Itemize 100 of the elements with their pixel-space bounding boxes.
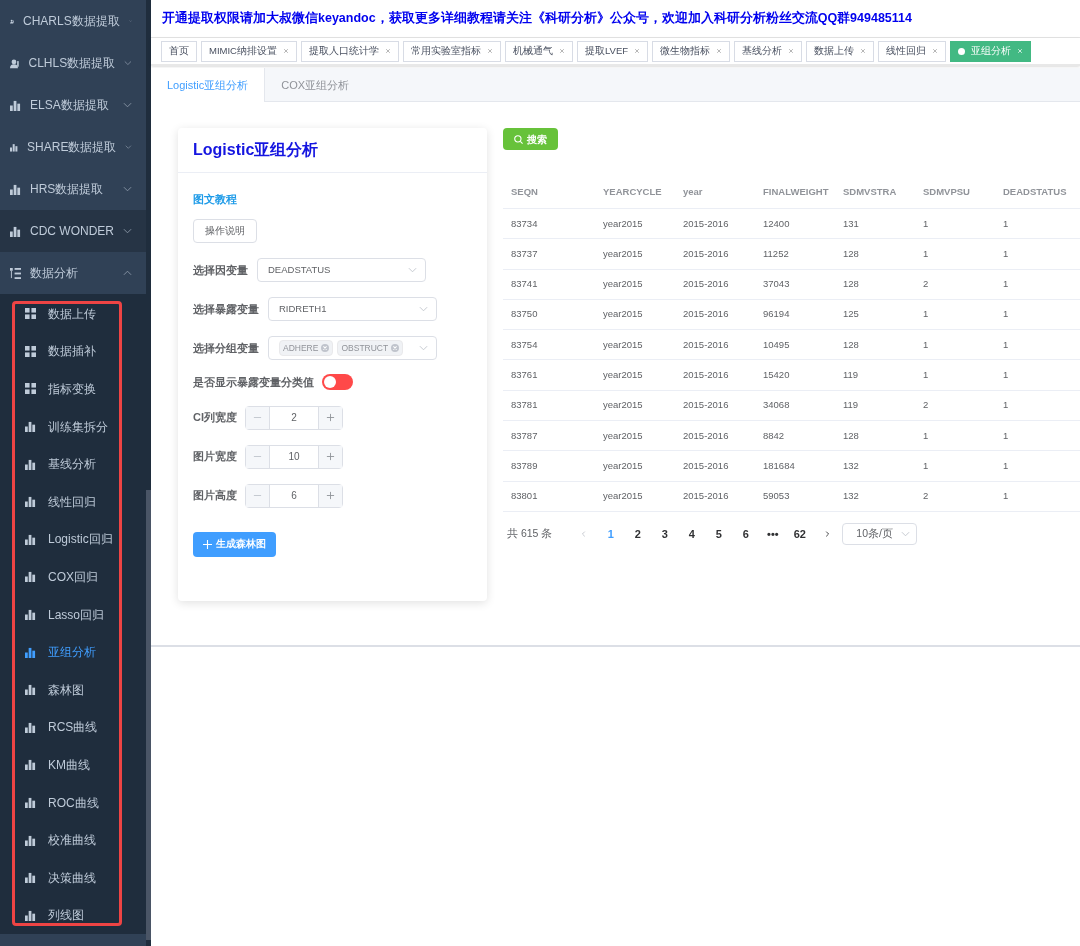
number-stepper[interactable]: 10 bbox=[245, 444, 343, 469]
sidebar-item[interactable]: 校准曲线 bbox=[0, 821, 146, 859]
table-cell-text: 2015-2016 bbox=[682, 216, 730, 231]
sidebar-item[interactable]: 决策曲线 bbox=[0, 858, 146, 897]
plus-icon[interactable] bbox=[326, 413, 335, 422]
select-field[interactable]: RIDRETH1 bbox=[268, 297, 437, 321]
tag-tab[interactable]: 数据上传 bbox=[806, 40, 875, 62]
plus-icon[interactable] bbox=[326, 452, 335, 461]
table-cell-text: 1 bbox=[1002, 428, 1010, 443]
page-number[interactable]: 6 bbox=[732, 525, 760, 543]
tag-tab[interactable]: 微生物指标 bbox=[652, 40, 731, 62]
bar-chart-icon bbox=[10, 183, 21, 195]
table-cell-text: 1 bbox=[922, 368, 930, 382]
field-label: 选择因变量 bbox=[193, 262, 248, 278]
sidebar-item[interactable]: CDC WONDER bbox=[0, 210, 146, 252]
sidebar-item[interactable]: HRS数据提取 bbox=[0, 168, 146, 210]
chevron-icon bbox=[123, 270, 132, 276]
table-cell-text: 37043 bbox=[762, 277, 791, 292]
close-icon[interactable] bbox=[384, 48, 391, 54]
page-number[interactable]: 4 bbox=[678, 525, 706, 543]
page-size-select[interactable]: 10条/页 bbox=[842, 522, 918, 545]
sidebar-item[interactable]: ELSA数据提取 bbox=[0, 84, 146, 126]
column-header: SDMVSTRA bbox=[842, 185, 898, 200]
sidebar-item[interactable]: 亚组分析 bbox=[0, 633, 146, 671]
sidebar-item[interactable]: KM曲线 bbox=[0, 746, 146, 784]
prev-icon[interactable] bbox=[579, 529, 588, 538]
tag-tab[interactable]: 提取人口统计学 bbox=[300, 40, 399, 62]
close-icon[interactable] bbox=[788, 48, 795, 54]
grid-icon bbox=[25, 308, 36, 320]
tag-tab[interactable]: 基线分析 bbox=[734, 40, 803, 62]
table-cell-text: year2015 bbox=[602, 307, 644, 322]
table-cell-text: 119 bbox=[842, 368, 860, 382]
close-icon[interactable] bbox=[282, 48, 289, 54]
page-number[interactable]: 2 bbox=[624, 525, 652, 543]
table-cell-text: 83787 bbox=[510, 428, 539, 443]
bar-chart-icon bbox=[25, 533, 36, 545]
bar-chart-icon bbox=[10, 141, 19, 153]
sidebar-item[interactable]: 森林图 bbox=[0, 670, 146, 709]
column-header: year bbox=[682, 185, 704, 200]
page-number[interactable]: 5 bbox=[705, 525, 733, 543]
sidebar-item[interactable]: 基线分析 bbox=[0, 445, 146, 483]
table-cell-text: 2015-2016 bbox=[682, 398, 730, 413]
sidebar-item[interactable]: 列线图 bbox=[0, 896, 146, 935]
bar-chart-icon bbox=[25, 797, 36, 808]
table-cell-text: year2015 bbox=[602, 398, 644, 413]
sidebar-item[interactable]: 线性回归 bbox=[0, 482, 146, 521]
field-label: 是否显示暴露变量分类值 bbox=[193, 375, 314, 390]
page-number[interactable]: 62 bbox=[786, 525, 814, 543]
total-count: 共 615 条 bbox=[506, 526, 553, 542]
tag-tab[interactable]: 首页 bbox=[161, 40, 197, 62]
tag-tab[interactable]: 线性回归 bbox=[878, 40, 947, 62]
bar-chart-icon bbox=[25, 909, 36, 921]
tag-tab[interactable]: 常用实验室指标 bbox=[402, 40, 501, 62]
sidebar-item[interactable]: Logistic回归 bbox=[0, 520, 146, 559]
close-icon[interactable] bbox=[634, 48, 641, 54]
bar-chart-icon bbox=[25, 759, 36, 771]
close-icon[interactable] bbox=[932, 48, 939, 54]
sidebar-item[interactable]: 数据上传 bbox=[0, 295, 146, 333]
help-button[interactable]: 操作说明 bbox=[193, 219, 257, 243]
sidebar-item[interactable]: ROC曲线 bbox=[0, 783, 146, 822]
field-label: 图片宽度 bbox=[193, 449, 236, 465]
sidebar-item[interactable]: CHARLS数据提取 bbox=[0, 0, 146, 42]
field-label: 选择分组变量 bbox=[193, 340, 259, 356]
tag-tab[interactable]: MIMIC纳排设置 bbox=[201, 40, 297, 62]
page-number[interactable]: ••• bbox=[759, 525, 787, 543]
sidebar-item[interactable]: COX回归 bbox=[0, 558, 146, 596]
sidebar-item[interactable]: RCS曲线 bbox=[0, 708, 146, 747]
close-icon[interactable] bbox=[486, 48, 493, 54]
number-stepper[interactable]: 2 bbox=[245, 405, 343, 430]
tag-tab[interactable]: 提取LVEF bbox=[576, 40, 649, 62]
sidebar-item[interactable]: 指标变换 bbox=[0, 370, 146, 408]
sidebar-item[interactable]: 训练集拆分 bbox=[0, 407, 146, 446]
toggle-switch[interactable] bbox=[322, 374, 353, 391]
column-header: YEARCYCLE bbox=[602, 185, 663, 200]
close-icon[interactable] bbox=[716, 48, 723, 54]
grid-icon bbox=[25, 383, 36, 395]
table-cell-text: 83801 bbox=[510, 489, 539, 504]
scrollbar[interactable] bbox=[146, 490, 151, 940]
close-icon[interactable] bbox=[860, 48, 867, 54]
table-cell-text: 1 bbox=[922, 428, 930, 443]
table-cell-text: 1 bbox=[1002, 398, 1010, 413]
table-cell-text: 1 bbox=[1002, 489, 1010, 504]
sidebar-item[interactable]: 数据插补 bbox=[0, 332, 146, 371]
sidebar-item[interactable]: SHARE数据提取 bbox=[0, 126, 146, 168]
page-number[interactable]: 3 bbox=[651, 525, 679, 543]
table-cell-text: 1 bbox=[922, 307, 930, 322]
grid-icon bbox=[25, 345, 36, 357]
select-field[interactable]: DEADSTATUS bbox=[257, 258, 426, 282]
card-title: Logistic亚组分析 bbox=[193, 140, 319, 160]
remove-icon[interactable] bbox=[391, 344, 400, 352]
plus-icon[interactable] bbox=[326, 491, 335, 500]
sidebar-item[interactable]: CLHLS数据提取 bbox=[0, 42, 146, 84]
number-stepper[interactable]: 6 bbox=[245, 483, 343, 508]
tag-tab[interactable]: 机械通气 bbox=[504, 40, 573, 62]
table-cell-text: year2015 bbox=[602, 216, 644, 231]
sidebar-item[interactable]: Lasso回归 bbox=[0, 595, 146, 634]
remove-icon[interactable] bbox=[321, 344, 330, 352]
close-icon[interactable] bbox=[558, 48, 565, 54]
sidebar-item[interactable]: 数据分析 bbox=[0, 252, 146, 294]
bar-chart-icon bbox=[25, 609, 36, 621]
